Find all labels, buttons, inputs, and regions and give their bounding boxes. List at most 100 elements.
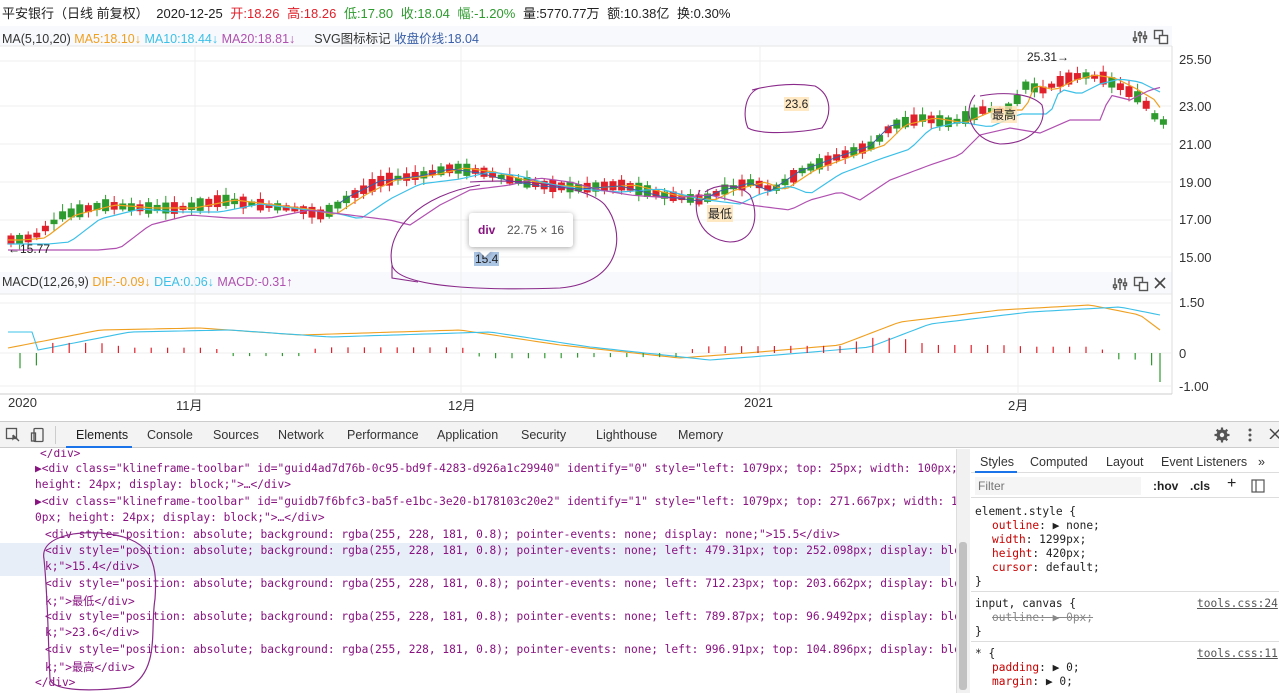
css-declaration[interactable]: height: 420px; <box>992 547 1086 560</box>
ma10-line <box>8 78 1161 245</box>
rule-selector: input, canvas { <box>975 597 1077 610</box>
tab-styles[interactable]: Styles <box>980 455 1014 469</box>
candle-body <box>1142 100 1150 109</box>
candle-body <box>102 199 110 212</box>
date-tick: 12月 <box>448 398 476 413</box>
date-tick: 2021 <box>744 395 773 410</box>
tab-computed[interactable]: Computed <box>1030 455 1088 469</box>
tab-network[interactable]: Network <box>278 428 324 442</box>
tab-sources[interactable]: Sources <box>213 428 259 442</box>
tab-more[interactable]: » <box>1258 455 1265 469</box>
more-options-icon[interactable] <box>1247 427 1253 446</box>
css-val: 420px; <box>1045 547 1087 560</box>
tooltip-size: 22.75 × 16 <box>507 223 565 237</box>
tab-layout[interactable]: Layout <box>1106 455 1144 469</box>
candle-body <box>463 163 471 176</box>
candle-body <box>334 201 342 209</box>
price-tick: 19.00 <box>1179 175 1212 190</box>
gear-icon[interactable] <box>1214 427 1230 446</box>
rule-source-link[interactable]: tools.css:11 <box>1197 647 1278 660</box>
css-prop: padding <box>992 661 1040 674</box>
css-declaration[interactable]: outline: ▶ none; <box>992 519 1100 532</box>
date-tick: 2月 <box>1008 398 1029 413</box>
macd-tick: -1.00 <box>1179 379 1209 394</box>
sidebar-toggle-icon[interactable] <box>1251 479 1265 496</box>
inspect-icon[interactable] <box>5 427 21 446</box>
ma20-line <box>8 86 1161 251</box>
hand-drawn-bracket <box>43 532 157 691</box>
device-toolbar-icon[interactable] <box>30 427 46 446</box>
element-style-selector: element.style { <box>975 505 1077 518</box>
tab-console[interactable]: Console <box>147 428 193 442</box>
filter-row: :hov .cls + <box>971 474 1279 498</box>
candle-body <box>1159 119 1167 125</box>
close-devtools-icon[interactable] <box>1268 427 1279 442</box>
css-declaration[interactable]: padding: ▶ 0; <box>992 661 1080 674</box>
candle-body <box>618 179 626 191</box>
ma5-line <box>8 74 1161 241</box>
elements-tree[interactable]: </div> ▶<div class="klineframe-toolbar" … <box>0 449 956 693</box>
divider <box>971 641 1279 642</box>
css-declaration[interactable]: cursor: default; <box>992 561 1100 574</box>
css-prop: cursor <box>992 561 1033 574</box>
css-declaration[interactable]: width: 1299px; <box>992 533 1086 546</box>
kline-chart[interactable]: 平安银行（日线 前复权） 2020-12-25 开:18.26 高:18.26 … <box>0 0 1279 420</box>
candle-body <box>1022 81 1030 90</box>
tab-performance[interactable]: Performance <box>347 428 419 442</box>
annotation-min: 最低 <box>707 205 734 222</box>
candle-body <box>1056 75 1064 87</box>
tab-memory[interactable]: Memory <box>678 428 723 442</box>
candle-body <box>936 115 944 127</box>
rule-selector: * { <box>975 647 996 660</box>
add-rule-icon[interactable]: + <box>1227 475 1236 493</box>
candle-body <box>41 225 49 232</box>
hov-toggle[interactable]: :hov <box>1153 479 1178 493</box>
css-val: ▶ 0; <box>1045 675 1073 688</box>
tab-application[interactable]: Application <box>437 428 498 442</box>
candle-body <box>59 211 67 220</box>
devtools-panel: Elements Console Sources Network Perform… <box>0 421 1279 693</box>
css-val: default; <box>1045 561 1100 574</box>
max-price-marker: 25.31→ <box>1027 50 1070 64</box>
css-val: ▶ 0; <box>1052 661 1080 674</box>
candle-body <box>127 203 135 211</box>
css-declaration-overridden[interactable]: outline: ▶ 0px; <box>992 611 1093 624</box>
css-prop: width <box>992 533 1026 546</box>
divider <box>971 591 1279 592</box>
close-brace: } <box>975 575 982 588</box>
active-styles-indicator <box>975 471 1017 473</box>
candle-body <box>1108 77 1116 88</box>
tab-security[interactable]: Security <box>521 428 566 442</box>
price-tick: 25.50 <box>1179 52 1212 67</box>
css-declaration[interactable]: margin: ▶ 0; <box>992 675 1073 688</box>
price-tick: 17.00 <box>1179 212 1212 227</box>
tab-lighthouse[interactable]: Lighthouse <box>596 428 657 442</box>
css-prop: margin <box>992 675 1033 688</box>
candle-body <box>747 179 755 187</box>
price-tick: 21.00 <box>1179 137 1212 152</box>
css-prop: outline <box>992 519 1040 532</box>
macd-tick: 1.50 <box>1179 295 1205 310</box>
tooltip-tag: div <box>478 223 496 237</box>
date-tick: 2020 <box>8 395 37 410</box>
candle-body <box>119 203 127 210</box>
candle-body <box>239 196 247 209</box>
filter-input[interactable] <box>975 477 1141 495</box>
styles-tab-bar: Styles Computed Layout Event Listeners » <box>971 449 1279 473</box>
price-tick: 23.00 <box>1179 99 1212 114</box>
css-val: ▶ none; <box>1052 519 1100 532</box>
date-tick: 11月 <box>176 398 203 413</box>
candle-body <box>600 181 608 192</box>
divider <box>55 426 56 444</box>
styles-pane: Styles Computed Layout Event Listeners »… <box>971 449 1279 693</box>
tab-elements[interactable]: Elements <box>76 428 128 442</box>
rule-source-link[interactable]: tools.css:24 <box>1197 597 1278 610</box>
chart-canvas[interactable] <box>0 0 1279 420</box>
cls-toggle[interactable]: .cls <box>1190 479 1210 493</box>
tab-event-listeners[interactable]: Event Listeners <box>1161 455 1247 469</box>
annotation-max: 最高 <box>991 106 1018 123</box>
scrollbar-thumb[interactable] <box>959 542 967 690</box>
candle-body <box>609 181 617 191</box>
css-val: 1299px; <box>1039 533 1087 546</box>
css-prop: height <box>992 547 1033 560</box>
